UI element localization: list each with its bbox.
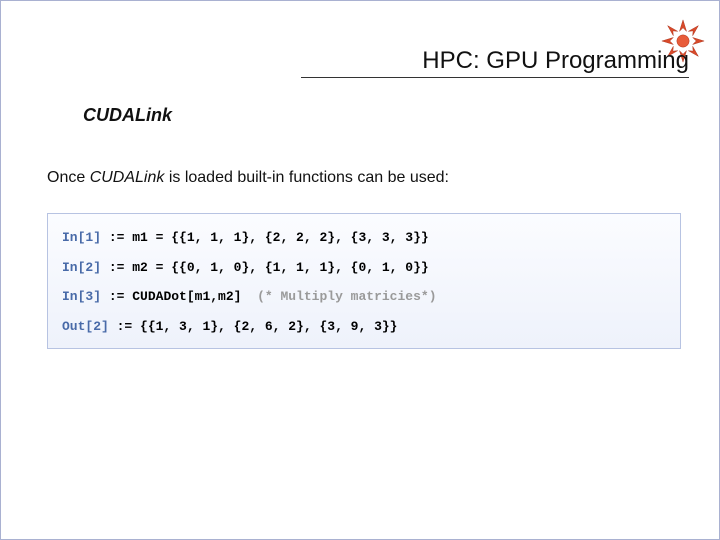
expr: m1 = {{1, 1, 1}, {2, 2, 2}, {3, 3, 3}} [132,230,428,245]
code-line-3: In[3] := CUDADot[m1,m2] (* Multiply matr… [62,289,666,305]
code-line-1: In[1] := m1 = {{1, 1, 1}, {2, 2, 2}, {3,… [62,230,666,246]
header-underline [301,77,689,78]
op: := [101,260,132,275]
section-subtitle: CUDALink [83,105,172,126]
op: := [101,289,132,304]
out-label: Out[2] [62,319,109,334]
comment: (* Multiply matricies*) [257,289,436,304]
slide-frame: HPC: GPU Programming CUDALink Once CUDAL… [0,0,720,540]
body-prefix: Once [47,169,90,186]
op: := [109,319,140,334]
body-suffix: is loaded built-in functions can be used… [164,169,449,186]
in-label: In[3] [62,289,101,304]
header-title: HPC: GPU Programming [422,47,689,77]
code-line-4: Out[2] := {{1, 3, 1}, {2, 6, 2}, {3, 9, … [62,319,666,335]
call: CUDADot[m1,m2] [132,289,241,304]
code-line-2: In[2] := m2 = {{0, 1, 0}, {1, 1, 1}, {0,… [62,260,666,276]
sp [241,289,257,304]
code-box: In[1] := m1 = {{1, 1, 1}, {2, 2, 2}, {3,… [47,213,681,349]
body-ital: CUDALink [90,169,165,186]
body-text: Once CUDALink is loaded built-in functio… [47,169,449,187]
in-label: In[1] [62,230,101,245]
expr: {{1, 3, 1}, {2, 6, 2}, {3, 9, 3}} [140,319,397,334]
in-label: In[2] [62,260,101,275]
expr: m2 = {{0, 1, 0}, {1, 1, 1}, {0, 1, 0}} [132,260,428,275]
op: := [101,230,132,245]
header: HPC: GPU Programming [311,47,689,77]
